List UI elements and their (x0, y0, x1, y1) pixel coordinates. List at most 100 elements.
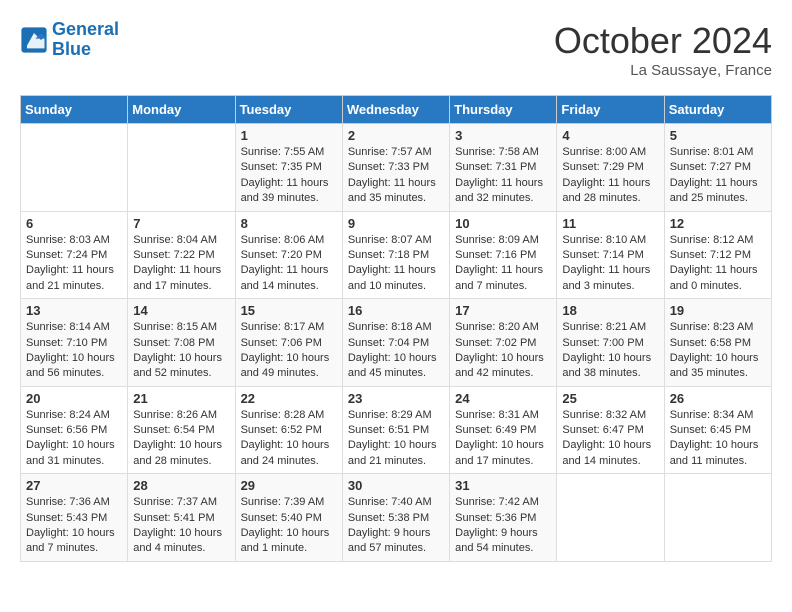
day-header-thursday: Thursday (450, 96, 557, 124)
day-number: 31 (455, 478, 551, 493)
calendar-cell: 27Sunrise: 7:36 AMSunset: 5:43 PMDayligh… (21, 474, 128, 562)
day-number: 20 (26, 391, 122, 406)
day-header-saturday: Saturday (664, 96, 771, 124)
day-info: Sunrise: 7:57 AMSunset: 7:33 PMDaylight:… (348, 145, 444, 207)
day-number: 13 (26, 303, 122, 318)
calendar-cell: 30 Sunrise: 7:40 AMSunset: 5:38 PMDayligh… (342, 474, 449, 562)
calendar-table: SundayMondayTuesdayWednesdayThursdayFrid… (20, 95, 772, 562)
day-info: Sunrise: 7:58 AMSunset: 7:31 PMDaylight:… (455, 145, 551, 207)
calendar-week-2: 6Sunrise: 8:03 AMSunset: 7:24 PMDaylight… (21, 211, 772, 299)
day-number: 14 (133, 303, 229, 318)
calendar-cell: 31Sunrise: 7:42 AMSunset: 5:36 PMDayligh… (450, 474, 557, 562)
calendar-cell: 19 Sunrise: 8:23 AMSunset: 6:58 PMDayligh… (664, 299, 771, 387)
subtitle: La Saussaye, France (554, 62, 772, 79)
day-info: Sunrise: 8:28 AMSunset: 6:52 PMDaylight:… (241, 408, 337, 470)
day-info: Sunrise: 8:32 AMSunset: 6:47 PMDaylight:… (562, 408, 658, 470)
day-info: Sunrise: 8:26 AMSunset: 6:54 PMDaylight:… (133, 408, 229, 470)
day-number: 19 (670, 303, 766, 318)
day-number: 2 (348, 128, 444, 143)
calendar-cell (128, 124, 235, 212)
day-number: 27 (26, 478, 122, 493)
day-number: 30 (348, 478, 444, 493)
day-number: 11 (562, 216, 658, 231)
calendar-cell: 25Sunrise: 8:32 AMSunset: 6:47 PMDayligh… (557, 386, 664, 474)
calendar-cell: 5 Sunrise: 8:01 AMSunset: 7:27 PMDaylight… (664, 124, 771, 212)
day-number: 18 (562, 303, 658, 318)
day-number: 3 (455, 128, 551, 143)
calendar-cell: 18Sunrise: 8:21 AMSunset: 7:00 PMDayligh… (557, 299, 664, 387)
calendar-week-5: 27Sunrise: 7:36 AMSunset: 5:43 PMDayligh… (21, 474, 772, 562)
day-info: Sunrise: 8:31 AMSunset: 6:49 PMDaylight:… (455, 408, 551, 470)
calendar-cell: 21Sunrise: 8:26 AMSunset: 6:54 PMDayligh… (128, 386, 235, 474)
day-header-monday: Monday (128, 96, 235, 124)
calendar-cell: 26 Sunrise: 8:34 AMSunset: 6:45 PMDayligh… (664, 386, 771, 474)
calendar-cell: 11Sunrise: 8:10 AMSunset: 7:14 PMDayligh… (557, 211, 664, 299)
day-number: 28 (133, 478, 229, 493)
calendar-cell (664, 474, 771, 562)
day-number: 9 (348, 216, 444, 231)
day-number: 5 (670, 128, 766, 143)
calendar-week-4: 20 Sunrise: 8:24 AMSunset: 6:56 PMDayligh… (21, 386, 772, 474)
day-info: Sunrise: 8:34 AMSunset: 6:45 PMDaylight:… (670, 408, 766, 470)
day-info: Sunrise: 8:03 AMSunset: 7:24 PMDaylight:… (26, 233, 122, 295)
calendar-week-3: 13 Sunrise: 8:14 AMSunset: 7:10 PMDayligh… (21, 299, 772, 387)
calendar-cell: 29 Sunrise: 7:39 AMSunset: 5:40 PMDayligh… (235, 474, 342, 562)
calendar-cell: 20 Sunrise: 8:24 AMSunset: 6:56 PMDayligh… (21, 386, 128, 474)
header: General Blue October 2024 La Saussaye, F… (20, 20, 772, 79)
calendar-cell: 9 Sunrise: 8:07 AMSunset: 7:18 PMDaylight… (342, 211, 449, 299)
calendar-week-1: 1Sunrise: 7:55 AMSunset: 7:35 PMDaylight… (21, 124, 772, 212)
day-header-friday: Friday (557, 96, 664, 124)
day-info: Sunrise: 8:04 AMSunset: 7:22 PMDaylight:… (133, 233, 229, 295)
day-info: Sunrise: 8:09 AMSunset: 7:16 PMDaylight:… (455, 233, 551, 295)
day-info: Sunrise: 7:55 AMSunset: 7:35 PMDaylight:… (241, 145, 337, 207)
day-number: 17 (455, 303, 551, 318)
day-info: Sunrise: 8:23 AMSunset: 6:58 PMDaylight:… (670, 320, 766, 382)
day-info: Sunrise: 7:40 AMSunset: 5:38 PMDaylight:… (348, 495, 444, 557)
calendar-cell: 3 Sunrise: 7:58 AMSunset: 7:31 PMDaylight… (450, 124, 557, 212)
day-info: Sunrise: 7:37 AMSunset: 5:41 PMDaylight:… (133, 495, 229, 557)
day-info: Sunrise: 8:06 AMSunset: 7:20 PMDaylight:… (241, 233, 337, 295)
day-number: 24 (455, 391, 551, 406)
day-header-tuesday: Tuesday (235, 96, 342, 124)
logo-line2: Blue (52, 40, 119, 60)
calendar-cell: 13 Sunrise: 8:14 AMSunset: 7:10 PMDayligh… (21, 299, 128, 387)
calendar-cell (557, 474, 664, 562)
day-number: 12 (670, 216, 766, 231)
day-number: 16 (348, 303, 444, 318)
day-number: 8 (241, 216, 337, 231)
day-info: Sunrise: 8:01 AMSunset: 7:27 PMDaylight:… (670, 145, 766, 207)
day-info: Sunrise: 8:15 AMSunset: 7:08 PMDaylight:… (133, 320, 229, 382)
day-info: Sunrise: 8:17 AMSunset: 7:06 PMDaylight:… (241, 320, 337, 382)
title-area: October 2024 La Saussaye, France (554, 20, 772, 79)
day-number: 26 (670, 391, 766, 406)
logo-line1: General (52, 20, 119, 40)
logo: General Blue (20, 20, 119, 60)
day-info: Sunrise: 8:24 AMSunset: 6:56 PMDaylight:… (26, 408, 122, 470)
day-info: Sunrise: 7:39 AMSunset: 5:40 PMDaylight:… (241, 495, 337, 557)
day-info: Sunrise: 8:20 AMSunset: 7:02 PMDaylight:… (455, 320, 551, 382)
calendar-cell: 14 Sunrise: 8:15 AMSunset: 7:08 PMDayligh… (128, 299, 235, 387)
calendar-cell: 1Sunrise: 7:55 AMSunset: 7:35 PMDaylight… (235, 124, 342, 212)
day-number: 10 (455, 216, 551, 231)
calendar-cell: 6Sunrise: 8:03 AMSunset: 7:24 PMDaylight… (21, 211, 128, 299)
day-info: Sunrise: 8:14 AMSunset: 7:10 PMDaylight:… (26, 320, 122, 382)
calendar-cell: 16 Sunrise: 8:18 AMSunset: 7:04 PMDayligh… (342, 299, 449, 387)
calendar-cell: 23Sunrise: 8:29 AMSunset: 6:51 PMDayligh… (342, 386, 449, 474)
day-number: 4 (562, 128, 658, 143)
day-header-wednesday: Wednesday (342, 96, 449, 124)
day-info: Sunrise: 8:12 AMSunset: 7:12 PMDaylight:… (670, 233, 766, 295)
calendar-cell: 4 Sunrise: 8:00 AMSunset: 7:29 PMDaylight… (557, 124, 664, 212)
calendar-cell: 22Sunrise: 8:28 AMSunset: 6:52 PMDayligh… (235, 386, 342, 474)
day-info: Sunrise: 8:29 AMSunset: 6:51 PMDaylight:… (348, 408, 444, 470)
calendar-cell: 8 Sunrise: 8:06 AMSunset: 7:20 PMDaylight… (235, 211, 342, 299)
day-info: Sunrise: 8:07 AMSunset: 7:18 PMDaylight:… (348, 233, 444, 295)
day-number: 15 (241, 303, 337, 318)
day-number: 29 (241, 478, 337, 493)
logo-icon (20, 26, 48, 54)
calendar-cell: 10 Sunrise: 8:09 AMSunset: 7:16 PMDayligh… (450, 211, 557, 299)
day-info: Sunrise: 8:18 AMSunset: 7:04 PMDaylight:… (348, 320, 444, 382)
day-info: Sunrise: 8:00 AMSunset: 7:29 PMDaylight:… (562, 145, 658, 207)
calendar-cell: 17 Sunrise: 8:20 AMSunset: 7:02 PMDayligh… (450, 299, 557, 387)
calendar-cell: 7Sunrise: 8:04 AMSunset: 7:22 PMDaylight… (128, 211, 235, 299)
calendar-body: 1Sunrise: 7:55 AMSunset: 7:35 PMDaylight… (21, 124, 772, 562)
